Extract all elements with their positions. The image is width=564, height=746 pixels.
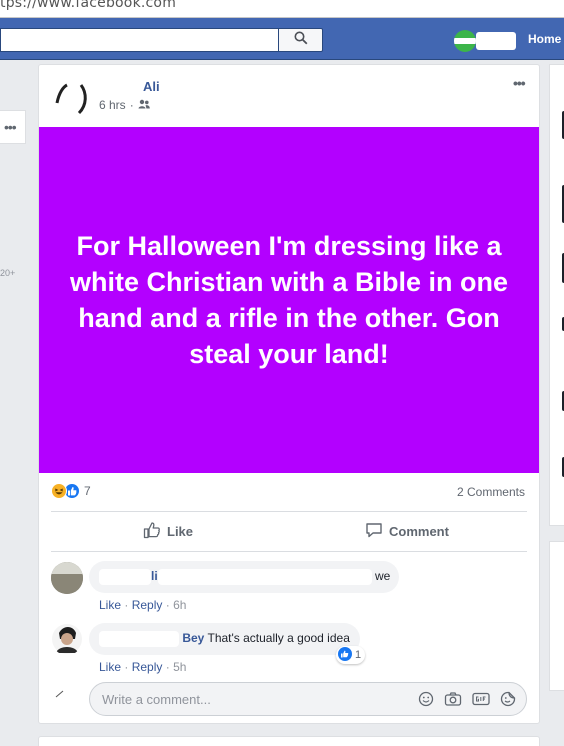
comment-button[interactable]: Comment xyxy=(365,521,449,542)
status-background: For Halloween I'm dressing like a white … xyxy=(39,127,539,473)
comment-actions: Like · Reply · 6h xyxy=(99,598,187,612)
camera-icon[interactable] xyxy=(444,691,462,712)
comment-bubble: Bey That's actually a good idea xyxy=(89,623,360,655)
like-reaction-icon xyxy=(338,646,352,664)
more-icon[interactable]: ••• xyxy=(4,119,17,135)
reaction-summary[interactable]: 7 xyxy=(51,483,91,499)
thumbs-up-icon xyxy=(143,521,161,542)
comment-reply-link[interactable]: Reply xyxy=(132,660,163,674)
my-avatar xyxy=(51,683,83,715)
comment-label: Comment xyxy=(389,524,449,539)
emoji-icon[interactable] xyxy=(418,691,434,712)
gif-icon[interactable] xyxy=(472,691,490,712)
commenter-avatar[interactable] xyxy=(51,562,83,594)
timestamp-text[interactable]: 6 hrs xyxy=(99,98,126,112)
commenter-name[interactable]: Bey xyxy=(182,631,204,645)
profile-link[interactable] xyxy=(454,30,516,52)
comment-like-link[interactable]: Like xyxy=(99,660,121,674)
comments-count[interactable]: 2 Comments xyxy=(457,485,525,499)
comment-bubble: li we xyxy=(89,561,399,593)
comment-text: That's actually a good idea xyxy=(207,631,350,646)
top-navigation-bar: Home xyxy=(0,18,564,60)
profile-avatar xyxy=(454,30,476,52)
comment-time[interactable]: 6h xyxy=(173,598,186,612)
comment-reply-link[interactable]: Reply xyxy=(132,598,163,612)
post-options-icon[interactable]: ••• xyxy=(513,75,526,91)
search-icon xyxy=(294,31,308,50)
comment-icon xyxy=(365,521,383,542)
post-card: Ali 6 hrs · ••• For Halloween I'm dressi… xyxy=(38,64,540,724)
comment-placeholder: Write a comment... xyxy=(102,692,211,707)
post-timestamp: 6 hrs · xyxy=(99,98,150,112)
browser-url-bar[interactable]: tps://www.facebook.com xyxy=(0,0,564,18)
redacted-name xyxy=(476,32,516,50)
commenter-avatar[interactable] xyxy=(51,623,83,655)
haha-reaction-icon xyxy=(51,483,67,499)
commenter-name[interactable]: li xyxy=(151,569,158,583)
comment-actions: Like · Reply · 5h xyxy=(99,660,187,674)
friends-icon[interactable] xyxy=(138,98,150,112)
redacted-text xyxy=(157,569,372,585)
redacted-name xyxy=(99,631,179,647)
comment-like-count: 1 xyxy=(355,649,362,661)
like-button[interactable]: Like xyxy=(143,521,193,542)
left-sidebar-card: ••• xyxy=(0,110,26,144)
search-input[interactable] xyxy=(0,28,278,52)
right-sidebar-card xyxy=(549,541,564,691)
divider xyxy=(51,511,527,512)
redacted-name xyxy=(99,569,151,585)
right-sidebar-card xyxy=(549,64,564,526)
search-button[interactable] xyxy=(278,28,323,52)
left-sidebar-count: 20+ xyxy=(0,268,16,278)
comment-reaction-badge[interactable]: 1 xyxy=(336,646,366,664)
sticker-icon[interactable] xyxy=(500,691,516,712)
divider xyxy=(51,551,527,552)
reaction-count[interactable]: 7 xyxy=(84,484,91,498)
url-text: tps://www.facebook.com xyxy=(0,0,177,11)
comment-input[interactable]: Write a comment... xyxy=(89,682,527,716)
like-label: Like xyxy=(167,524,194,539)
author-name[interactable]: Ali xyxy=(143,79,160,94)
comment-time[interactable]: 5h xyxy=(173,660,186,674)
next-post-card xyxy=(38,736,540,746)
comment-text: we xyxy=(375,569,391,584)
comment-like-link[interactable]: Like xyxy=(99,598,121,612)
author-avatar[interactable] xyxy=(51,77,91,117)
home-link[interactable]: Home xyxy=(528,32,561,46)
status-text: For Halloween I'm dressing like a white … xyxy=(69,231,509,369)
